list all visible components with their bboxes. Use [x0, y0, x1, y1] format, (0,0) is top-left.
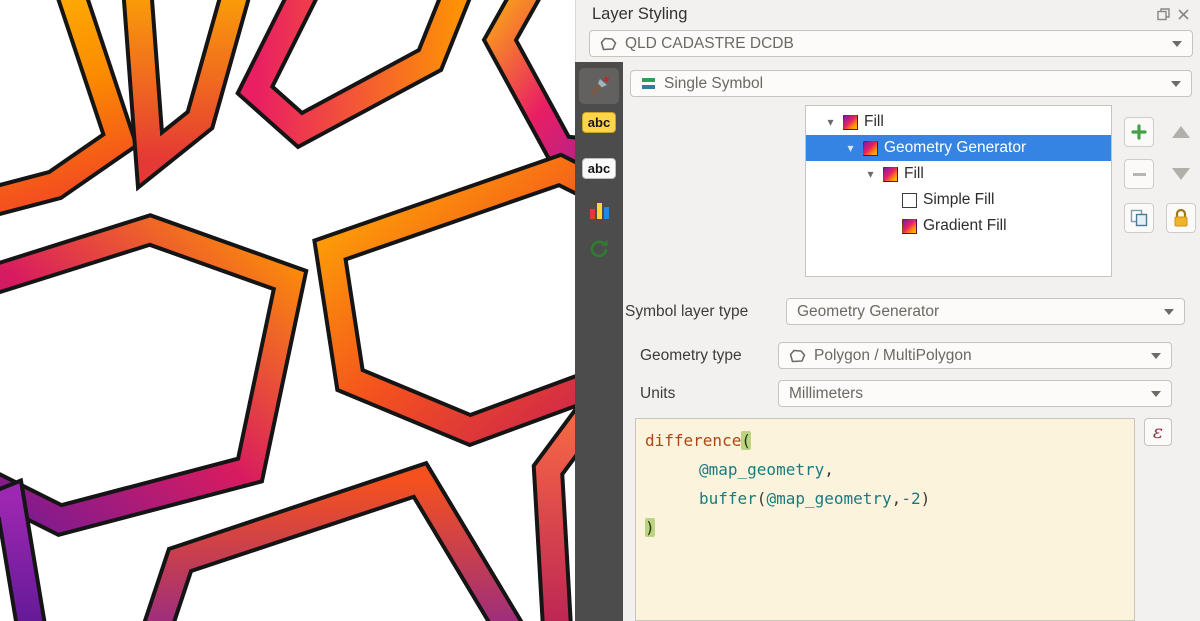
tree-item-label: Geometry Generator — [884, 139, 1026, 157]
matched-bracket: ( — [741, 431, 751, 450]
gradient-swatch — [902, 219, 917, 234]
move-layer-up-button[interactable] — [1166, 117, 1196, 147]
move-layer-down-button[interactable] — [1166, 159, 1196, 189]
chevron-down-icon — [1151, 391, 1161, 397]
remove-symbol-layer-button[interactable] — [1124, 159, 1154, 189]
chevron-down-icon[interactable]: ▾ — [824, 115, 837, 129]
qgis-window: Layer Styling QLD CADASTRE DCDB — [0, 0, 1200, 621]
tree-row-geometry-generator[interactable]: ▾ Geometry Generator — [806, 135, 1111, 161]
symbol-layer-type-combo[interactable]: Geometry Generator — [786, 298, 1185, 325]
chevron-down-icon[interactable]: ▾ — [844, 141, 857, 155]
lock-color-button[interactable] — [1166, 203, 1196, 233]
tab-labels[interactable]: abc — [575, 108, 623, 136]
expression-builder-button[interactable]: ε — [1144, 418, 1172, 446]
epsilon-icon: ε — [1153, 421, 1163, 443]
single-symbol-icon — [641, 76, 656, 91]
layer-selector-value: QLD CADASTRE DCDB — [625, 35, 794, 53]
matched-bracket: ) — [645, 518, 655, 537]
symbol-layer-type-value: Geometry Generator — [797, 303, 939, 321]
plus-icon — [1131, 124, 1147, 140]
code-line: buffer(@map_geometry,-2) — [645, 484, 1125, 513]
paintbrush-icon — [586, 74, 612, 100]
tab-diagrams[interactable] — [575, 196, 623, 226]
tree-item-label: Simple Fill — [923, 191, 994, 209]
chevron-down-icon — [1172, 41, 1182, 47]
panel-close-button[interactable] — [1177, 8, 1190, 21]
code-line: ) — [645, 513, 1125, 542]
renderer-combo[interactable]: Single Symbol — [630, 70, 1192, 97]
tree-row-simple-fill[interactable]: Simple Fill — [806, 187, 1111, 213]
chevron-down-icon — [1151, 353, 1161, 359]
polygon-geometry-icon — [789, 349, 806, 363]
layer-styling-header: Layer Styling QLD CADASTRE DCDB — [575, 0, 1200, 62]
code-line: @map_geometry, — [645, 455, 1125, 484]
map-canvas[interactable] — [0, 0, 575, 621]
symbol-layer-type-label: Symbol layer type — [625, 303, 780, 321]
gradient-swatch — [863, 141, 878, 156]
tab-symbology[interactable] — [575, 70, 623, 104]
labels-abc-icon: abc — [582, 112, 616, 133]
units-value: Millimeters — [789, 385, 863, 403]
function-name: difference — [645, 431, 741, 450]
symbol-layer-tree: ▾ Fill ▾ Geometry Generator ▾ Fill Simpl… — [805, 105, 1112, 277]
units-label: Units — [640, 385, 675, 403]
paren-token: ( — [757, 489, 767, 508]
geometry-type-combo[interactable]: Polygon / MultiPolygon — [778, 342, 1172, 369]
units-combo[interactable]: Millimeters — [778, 380, 1172, 407]
tree-item-label: Gradient Fill — [923, 217, 1007, 235]
arrow-up-icon — [1172, 126, 1190, 138]
number-token: -2 — [901, 489, 920, 508]
tree-row-fill-nested[interactable]: ▾ Fill — [806, 161, 1111, 187]
code-line: difference( — [645, 426, 1125, 455]
polygon-layer-icon — [600, 37, 617, 51]
tree-item-label: Fill — [864, 113, 884, 131]
panel-float-button[interactable] — [1157, 8, 1170, 21]
lock-icon — [1171, 208, 1191, 228]
simple-fill-swatch — [902, 193, 917, 208]
tree-row-fill[interactable]: ▾ Fill — [806, 109, 1111, 135]
renderer-combo-value: Single Symbol — [664, 75, 763, 93]
comma-token: , — [892, 489, 902, 508]
masks-abc-icon: abc — [582, 158, 616, 179]
duplicate-icon — [1129, 208, 1149, 228]
paren-token: ) — [921, 489, 931, 508]
tree-row-gradient-fill[interactable]: Gradient Fill — [806, 213, 1111, 239]
diagram-icon — [587, 199, 611, 223]
chevron-down-icon — [1171, 81, 1181, 87]
arrow-down-icon — [1172, 168, 1190, 180]
panel-title: Layer Styling — [592, 5, 687, 24]
duplicate-symbol-layer-button[interactable] — [1124, 203, 1154, 233]
variable-token: @map_geometry — [766, 489, 891, 508]
gradient-swatch — [843, 115, 858, 130]
tab-masks[interactable]: abc — [575, 154, 623, 182]
minus-icon — [1133, 173, 1146, 176]
chevron-down-icon — [1164, 309, 1174, 315]
geometry-expression-editor[interactable]: difference( @map_geometry, buffer(@map_g… — [635, 418, 1135, 621]
comma-token: , — [824, 460, 834, 479]
function-name: buffer — [699, 489, 757, 508]
gradient-swatch — [883, 167, 898, 182]
chevron-down-icon[interactable]: ▾ — [864, 167, 877, 181]
symbology-content: Single Symbol ▾ Fill ▾ Geometry Generato… — [623, 62, 1200, 621]
layer-selector-combo[interactable]: QLD CADASTRE DCDB — [589, 30, 1193, 57]
styling-tabstrip: abc abc — [575, 62, 623, 621]
geometry-type-value: Polygon / MultiPolygon — [814, 347, 972, 365]
tab-history[interactable] — [575, 234, 623, 264]
variable-token: @map_geometry — [699, 460, 824, 479]
geometry-type-label: Geometry type — [640, 347, 742, 365]
add-symbol-layer-button[interactable] — [1124, 117, 1154, 147]
tree-item-label: Fill — [904, 165, 924, 183]
history-arrow-icon — [587, 237, 611, 261]
